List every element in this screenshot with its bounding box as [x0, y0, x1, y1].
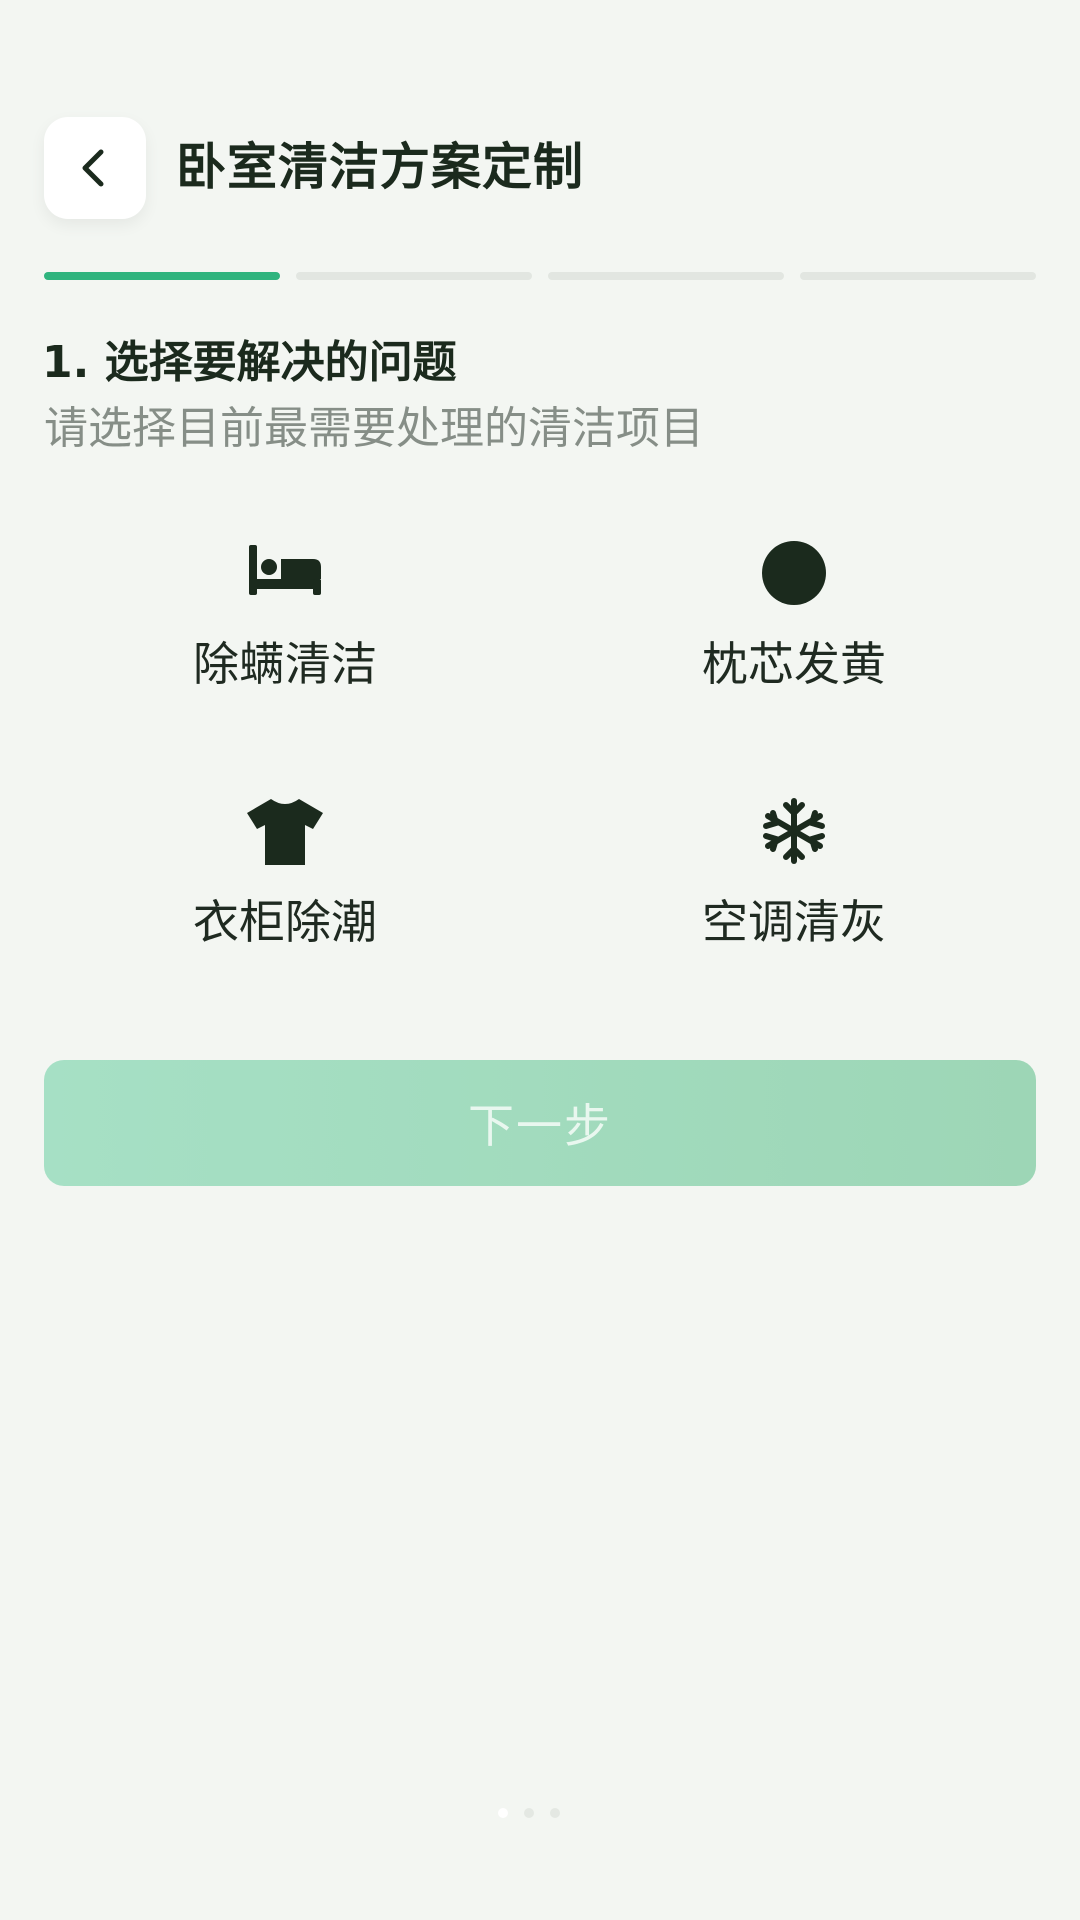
option-label: 除螨清洁 — [193, 637, 377, 691]
option-ac-dust-cleaning[interactable]: 空调清灰 — [594, 786, 994, 986]
step-progress-bar — [44, 272, 1036, 280]
progress-segment-1 — [44, 272, 280, 280]
progress-segment-2 — [296, 272, 532, 280]
page-title: 卧室清洁方案定制 — [176, 138, 584, 196]
option-label: 枕芯发黄 — [702, 637, 886, 691]
page: 卧室清洁方案定制 1. 选择要解决的问题 请选择目前最需要处理的清洁项目 除螨清… — [0, 0, 1080, 1920]
next-button[interactable]: 下一步 — [44, 1060, 1036, 1186]
page-indicator — [498, 1808, 560, 1818]
bed-icon — [240, 528, 330, 618]
back-button[interactable] — [44, 117, 146, 219]
progress-segment-4 — [800, 272, 1036, 280]
option-label: 衣柜除潮 — [193, 895, 377, 949]
circle-icon — [749, 528, 839, 618]
tshirt-icon — [240, 786, 330, 876]
option-pillow-yellowing[interactable]: 枕芯发黄 — [594, 528, 994, 728]
chevron-left-icon — [82, 149, 104, 187]
page-dot — [498, 1808, 508, 1818]
option-dust-mite-cleaning[interactable]: 除螨清洁 — [85, 528, 485, 728]
snowflake-icon — [749, 786, 839, 876]
step-subtitle: 请选择目前最需要处理的清洁项目 — [44, 403, 704, 454]
progress-segment-3 — [548, 272, 784, 280]
option-label: 空调清灰 — [702, 895, 886, 949]
step-title: 1. 选择要解决的问题 — [42, 337, 457, 388]
page-dot — [550, 1808, 560, 1818]
page-dot — [524, 1808, 534, 1818]
option-wardrobe-dehumidify[interactable]: 衣柜除潮 — [85, 786, 485, 986]
